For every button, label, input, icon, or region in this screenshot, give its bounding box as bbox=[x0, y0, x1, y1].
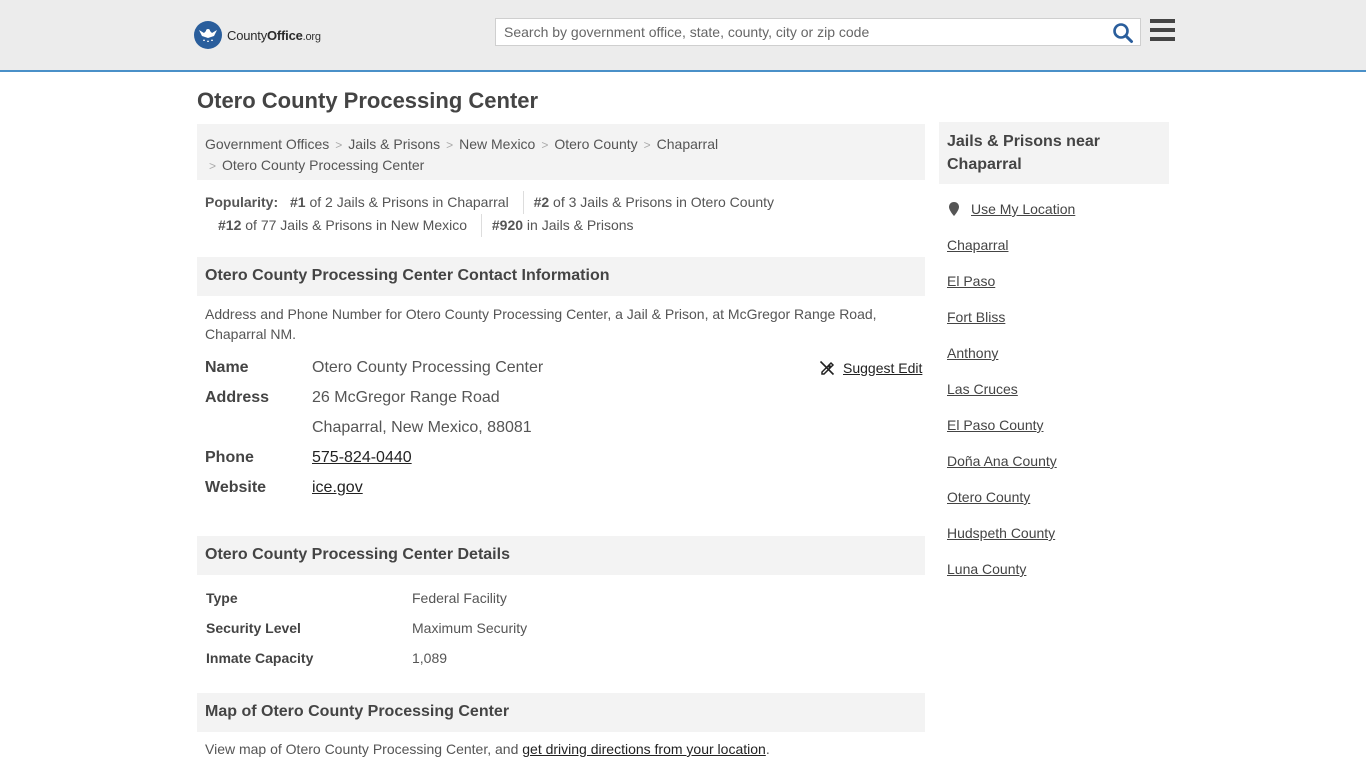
detail-label-inmate-capacity: Inmate Capacity bbox=[206, 650, 314, 666]
breadcrumb: Government Offices > Jails & Prisons > New M… bbox=[197, 124, 925, 180]
breadcrumb-item-chaparral[interactable]: Chaparral bbox=[657, 136, 718, 152]
breadcrumb-item-government-offices[interactable]: Government Offices bbox=[205, 136, 329, 152]
detail-label-type: Type bbox=[206, 590, 238, 606]
sidebar-link-luna-county[interactable]: Luna County bbox=[947, 561, 1026, 577]
site-header: CountyOffice.org bbox=[0, 0, 1366, 72]
popularity-ranks: Popularity: #1 of 2 Jails & Prisons in C… bbox=[205, 191, 925, 237]
search-box bbox=[495, 18, 1141, 46]
search-input[interactable] bbox=[496, 19, 1106, 45]
chevron-right-icon: > bbox=[446, 138, 454, 152]
detail-value-type: Federal Facility bbox=[412, 590, 507, 606]
map-section-heading: Map of Otero County Processing Center bbox=[197, 693, 925, 732]
contact-section-heading: Otero County Processing Center Contact I… bbox=[197, 257, 925, 296]
sidebar-link-chaparral[interactable]: Chaparral bbox=[947, 237, 1008, 253]
suggest-edit-label: Suggest Edit bbox=[843, 360, 923, 376]
phone-label: Phone bbox=[205, 449, 254, 466]
phone-link[interactable]: 575-824-0440 bbox=[312, 449, 412, 466]
detail-value-inmate-capacity: 1,089 bbox=[412, 650, 448, 666]
chevron-right-icon: > bbox=[643, 138, 651, 152]
address-line2: Chaparral, New Mexico, 88081 bbox=[312, 419, 532, 436]
details-section-heading: Otero County Processing Center Details bbox=[197, 536, 925, 575]
address-line1: 26 McGregor Range Road bbox=[312, 389, 500, 406]
popularity-item: #12 of 77 Jails & Prisons in New Mexico bbox=[218, 217, 467, 233]
sidebar-link-las-cruces[interactable]: Las Cruces bbox=[947, 381, 1018, 397]
use-my-location-link[interactable]: Use My Location bbox=[947, 201, 1075, 217]
driving-directions-link[interactable]: get driving directions from your locatio… bbox=[522, 741, 766, 757]
detail-label-security-level: Security Level bbox=[206, 620, 301, 636]
popularity-label: Popularity: bbox=[205, 194, 279, 210]
page-title: Otero County Processing Center bbox=[197, 88, 539, 113]
sidebar-link-fort-bliss[interactable]: Fort Bliss bbox=[947, 309, 1005, 325]
chevron-right-icon: > bbox=[541, 138, 549, 152]
sidebar-link-otero-county[interactable]: Otero County bbox=[947, 489, 1030, 505]
edit-off-icon bbox=[819, 360, 835, 376]
sidebar-link-dona-ana-county[interactable]: Doña Ana County bbox=[947, 453, 1057, 469]
detail-value-security-level: Maximum Security bbox=[412, 620, 528, 636]
sidebar-heading: Jails & Prisons near Chaparral bbox=[939, 122, 1169, 184]
breadcrumb-item-otero-county[interactable]: Otero County bbox=[554, 136, 637, 152]
sidebar-link-el-paso-county[interactable]: El Paso County bbox=[947, 417, 1044, 433]
map-pin-icon bbox=[949, 202, 959, 216]
breadcrumb-item-new-mexico[interactable]: New Mexico bbox=[459, 136, 535, 152]
breadcrumb-item-jails-prisons[interactable]: Jails & Prisons bbox=[348, 136, 440, 152]
sidebar-link-hudspeth-county[interactable]: Hudspeth County bbox=[947, 525, 1055, 541]
website-label: Website bbox=[205, 479, 267, 496]
map-description: View map of Otero County Processing Cent… bbox=[205, 741, 770, 757]
sidebar-link-anthony[interactable]: Anthony bbox=[947, 345, 998, 361]
address-label: Address bbox=[205, 389, 270, 406]
contact-description: Address and Phone Number for Otero Count… bbox=[205, 306, 877, 342]
chevron-right-icon: > bbox=[209, 159, 217, 173]
site-logo[interactable]: CountyOffice.org bbox=[194, 21, 321, 49]
popularity-item: #2 of 3 Jails & Prisons in Otero County bbox=[522, 191, 784, 214]
website-link[interactable]: ice.gov bbox=[312, 479, 363, 496]
chevron-right-icon: > bbox=[335, 138, 343, 152]
suggest-edit-button[interactable]: Suggest Edit bbox=[819, 360, 922, 376]
search-icon[interactable] bbox=[1112, 22, 1134, 44]
popularity-item: #920 in Jails & Prisons bbox=[480, 214, 644, 237]
hamburger-menu-icon[interactable] bbox=[1150, 19, 1175, 43]
logo-wordmark: CountyOffice.org bbox=[227, 27, 321, 43]
breadcrumb-item-current: Otero County Processing Center bbox=[222, 157, 425, 173]
eagle-seal-icon bbox=[194, 21, 222, 49]
name-value: Otero County Processing Center bbox=[312, 359, 544, 376]
name-label: Name bbox=[205, 359, 249, 376]
popularity-item: #1 of 2 Jails & Prisons in Chaparral bbox=[290, 194, 509, 210]
sidebar-link-el-paso[interactable]: El Paso bbox=[947, 273, 995, 289]
